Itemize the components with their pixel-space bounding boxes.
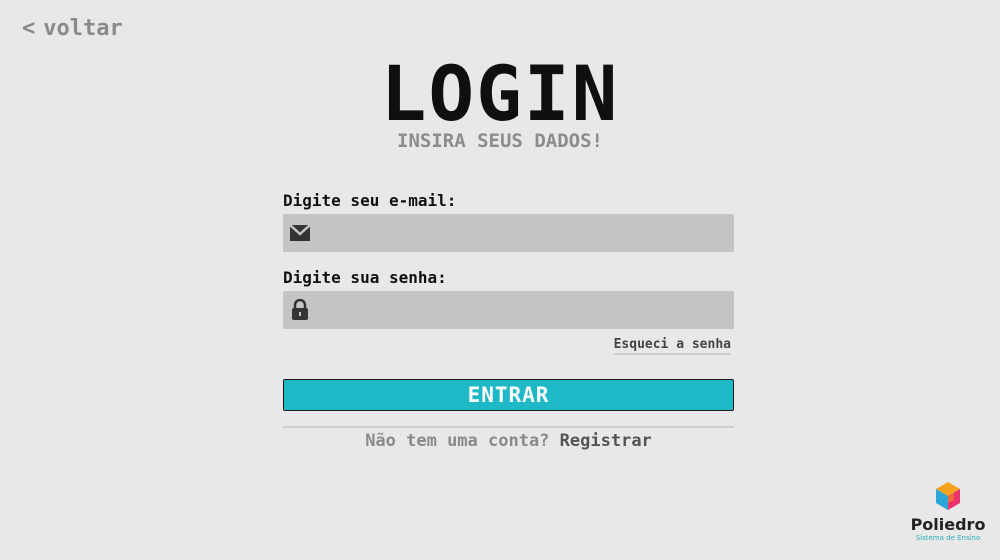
email-input[interactable] [315, 215, 734, 251]
email-field-container [283, 214, 734, 252]
page-title: LOGIN [380, 49, 620, 138]
envelope-icon [285, 214, 315, 252]
email-label: Digite seu e-mail: [283, 191, 457, 210]
register-row: Não tem uma conta? Registrar [283, 431, 734, 451]
forgot-password-link[interactable]: Esqueci a senha [613, 337, 731, 355]
page-subtitle: INSIRA SEUS DADOS! [397, 130, 603, 152]
back-label: voltar [43, 16, 123, 41]
brand-logo: Poliedro Sistema de Ensino [906, 480, 990, 543]
password-input[interactable] [315, 292, 734, 328]
poliedro-cube-icon [936, 482, 960, 510]
password-label: Digite sua senha: [283, 268, 447, 287]
lock-icon [285, 291, 315, 329]
divider [283, 426, 734, 428]
password-field-container [283, 291, 734, 329]
chevron-left-icon: < [22, 16, 36, 41]
back-link[interactable]: < voltar [22, 16, 123, 41]
login-form: Digite seu e-mail: Digite sua senha: Esq… [283, 190, 734, 451]
brand-name: Poliedro [910, 515, 986, 534]
login-button[interactable]: ENTRAR [283, 379, 734, 411]
register-prompt: Não tem uma conta? [365, 431, 550, 451]
brand-tagline: Sistema de Ensino [915, 534, 981, 542]
register-link[interactable]: Registrar [560, 431, 652, 451]
